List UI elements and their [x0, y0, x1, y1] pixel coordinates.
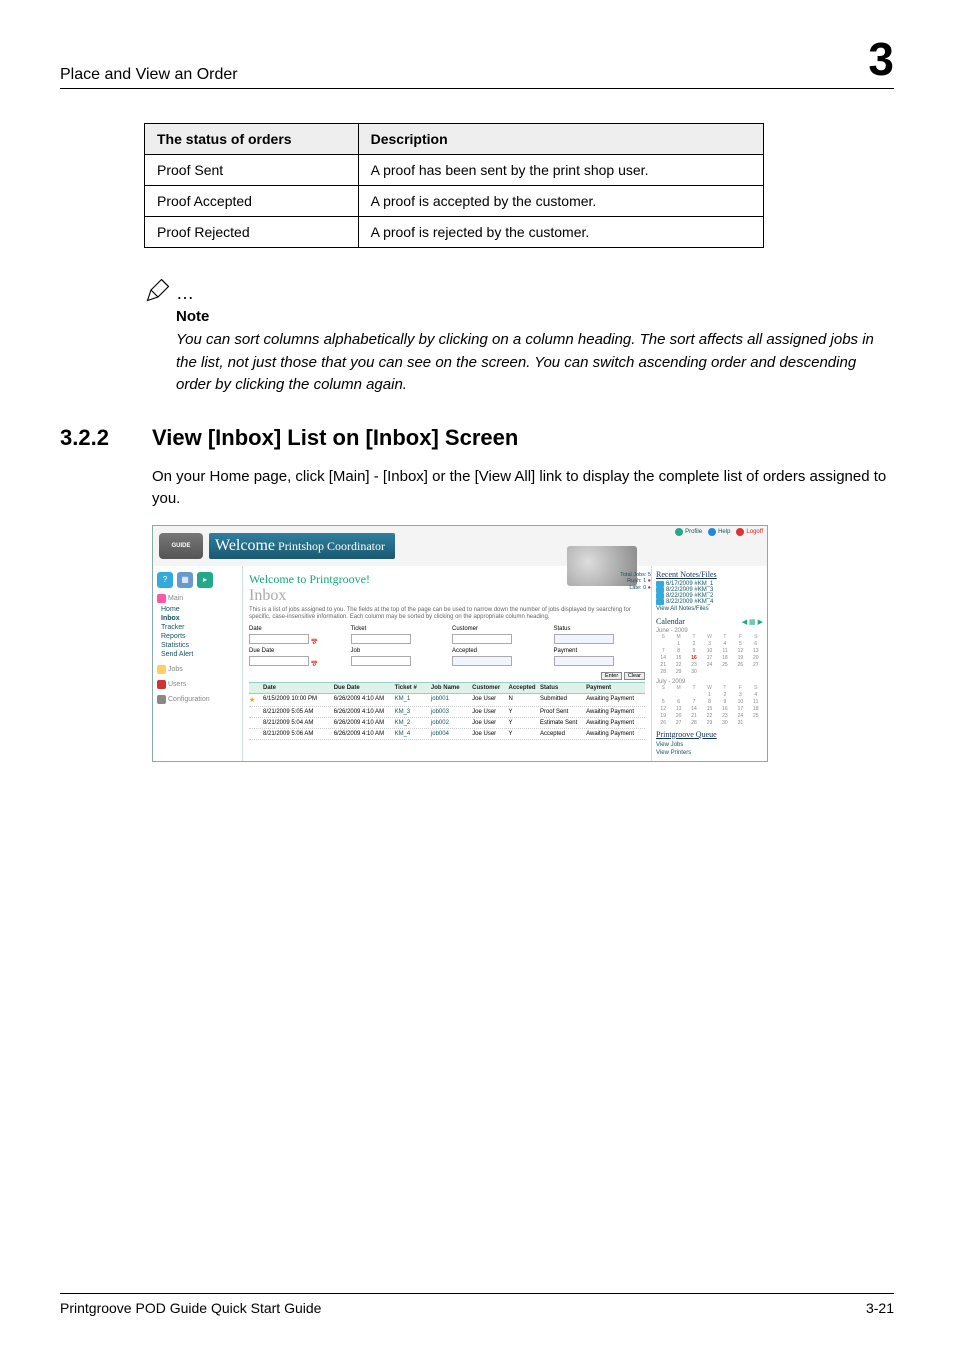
status-cell: Proof Rejected: [145, 217, 359, 248]
section-number: 3.2.2: [60, 425, 128, 451]
help-icon: [708, 528, 716, 536]
inbox-description: This is a list of jobs assigned to you. …: [249, 607, 645, 623]
right-pane: Recent Notes/Files 6/17/2009 #KM_1 8/22/…: [651, 566, 767, 761]
inbox-row[interactable]: 8/21/2009 5:06 AM 6/26/2009 4:10 AM KM_4…: [249, 729, 645, 740]
sidebar-section-users[interactable]: Users: [157, 680, 238, 689]
note-dots: …: [176, 283, 196, 304]
desc-cell: A proof is rejected by the customer.: [358, 217, 763, 248]
status-select[interactable]: [554, 634, 614, 644]
desc-cell: A proof has been sent by the print shop …: [358, 155, 763, 186]
view-all-notes-link[interactable]: View All Notes/Files: [656, 605, 763, 613]
accepted-select[interactable]: [452, 656, 512, 666]
star-icon: ★: [249, 696, 261, 704]
inbox-heading: Inbox: [249, 587, 645, 605]
table-row: Proof Rejected A proof is rejected by th…: [145, 217, 764, 248]
inbox-row[interactable]: ★ 6/15/2009 10:00 PM 6/26/2009 4:10 AM K…: [249, 694, 645, 707]
col-ticket[interactable]: Ticket #: [395, 685, 429, 691]
section-title: View [Inbox] List on [Inbox] Screen: [152, 425, 518, 451]
welcome-small: Printshop Coordinator: [275, 539, 385, 553]
note-block: … Note You can sort columns alphabetical…: [144, 276, 894, 397]
col-payment[interactable]: Payment: [586, 685, 645, 691]
jobs-icon: [157, 665, 166, 674]
person-icon: [675, 528, 683, 536]
col-customer[interactable]: Customer: [472, 685, 506, 691]
jobs-summary: Total Jobs: 5 Rush: 1 ● Late: 0 ●: [620, 572, 651, 592]
customer-input[interactable]: [452, 634, 512, 644]
note-heading: Note: [176, 308, 894, 325]
help-link[interactable]: Help: [708, 528, 730, 536]
desc-cell: A proof is accepted by the customer.: [358, 186, 763, 217]
view-printers-link[interactable]: View Printers: [656, 749, 763, 757]
sidebar-item-sendalert[interactable]: Send Alert: [157, 650, 238, 659]
app-screenshot: GUIDE Welcome Printshop Coordinator Prof…: [152, 525, 768, 762]
calendar-june: SMTWTFS 123456 78910111213 1415161718192…: [656, 634, 763, 675]
col-accepted[interactable]: Accepted: [509, 685, 538, 691]
col-status[interactable]: Status: [540, 685, 584, 691]
calendar-july: SMTWTFS 1234 567891011 12131415161718 19…: [656, 685, 763, 726]
sidebar-item-tracker[interactable]: Tracker: [157, 623, 238, 632]
sidebar-item-inbox[interactable]: Inbox: [157, 614, 238, 623]
welcome-big: Welcome: [215, 537, 275, 554]
clear-button[interactable]: Clear: [624, 672, 645, 680]
table-row: Proof Accepted A proof is accepted by th…: [145, 186, 764, 217]
help-icon[interactable]: ?: [157, 572, 173, 588]
sidebar-section-config[interactable]: Configuration: [157, 695, 238, 704]
footer-right: 3-21: [866, 1300, 894, 1316]
sidebar-item-home[interactable]: Home: [157, 605, 238, 614]
table-row: Proof Sent A proof has been sent by the …: [145, 155, 764, 186]
profile-link[interactable]: Profile: [675, 528, 702, 536]
ticket-input[interactable]: [351, 634, 411, 644]
inbox-row[interactable]: 8/21/2009 5:04 AM 6/26/2009 4:10 AM KM_2…: [249, 718, 645, 729]
note-icon: [656, 599, 664, 605]
status-th-status: The status of orders: [145, 124, 359, 155]
welcome-banner: Welcome Printshop Coordinator: [209, 533, 395, 559]
sidebar-item-reports[interactable]: Reports: [157, 632, 238, 641]
payment-select[interactable]: [554, 656, 614, 666]
grid-icon[interactable]: ▦: [177, 572, 193, 588]
logoff-link[interactable]: Logoff: [736, 528, 763, 536]
page-title: Place and View an Order: [60, 66, 238, 84]
sidebar-section-jobs[interactable]: Jobs: [157, 665, 238, 674]
inbox-row[interactable]: 8/21/2009 5:05 AM 6/26/2009 4:10 AM KM_3…: [249, 707, 645, 718]
view-jobs-link[interactable]: View Jobs: [656, 741, 763, 749]
calendar-nav[interactable]: ◀ ▦ ▶: [742, 618, 763, 626]
gear-icon: [157, 695, 166, 704]
recent-notes-heading: Recent Notes/Files: [656, 570, 763, 579]
main-icon: [157, 594, 166, 603]
refresh-icon[interactable]: ▸: [197, 572, 213, 588]
duedate-input[interactable]: [249, 656, 309, 666]
job-input[interactable]: [351, 656, 411, 666]
sidebar: ? ▦ ▸ Main Home Inbox Tracker Reports St…: [153, 566, 243, 761]
status-cell: Proof Accepted: [145, 186, 359, 217]
section-body: On your Home page, click [Main] - [Inbox…: [152, 466, 894, 511]
users-icon: [157, 680, 166, 689]
status-table: The status of orders Description Proof S…: [144, 123, 764, 248]
note-icon: [656, 593, 664, 599]
inbox-header-row: Date Due Date Ticket # Job Name Customer…: [249, 682, 645, 694]
col-jobname[interactable]: Job Name: [431, 685, 470, 691]
note-icon: [656, 587, 664, 593]
logoff-icon: [736, 528, 744, 536]
note-icon: [656, 581, 664, 587]
chapter-number: 3: [868, 36, 894, 84]
sidebar-section-main[interactable]: Main: [157, 594, 238, 603]
footer-left: Printgroove POD Guide Quick Start Guide: [60, 1300, 321, 1316]
enter-button[interactable]: Enter: [601, 672, 622, 680]
date-input[interactable]: [249, 634, 309, 644]
col-date[interactable]: Date: [263, 685, 332, 691]
calendar-heading: Calendar: [656, 617, 685, 626]
note-body: You can sort columns alphabetically by c…: [176, 329, 894, 397]
status-cell: Proof Sent: [145, 155, 359, 186]
queue-heading: Printgroove Queue: [656, 730, 763, 739]
status-th-desc: Description: [358, 124, 763, 155]
welcome-text: Welcome to Printgroove!: [249, 572, 645, 587]
guide-logo: GUIDE: [159, 533, 203, 559]
sidebar-item-statistics[interactable]: Statistics: [157, 641, 238, 650]
pencil-icon: [144, 276, 172, 304]
main-content: Welcome to Printgroove! Inbox Total Jobs…: [243, 566, 651, 761]
filter-row: Date 📅 Due Date 📅 Ticket Job C: [249, 626, 645, 680]
col-duedate[interactable]: Due Date: [334, 685, 393, 691]
